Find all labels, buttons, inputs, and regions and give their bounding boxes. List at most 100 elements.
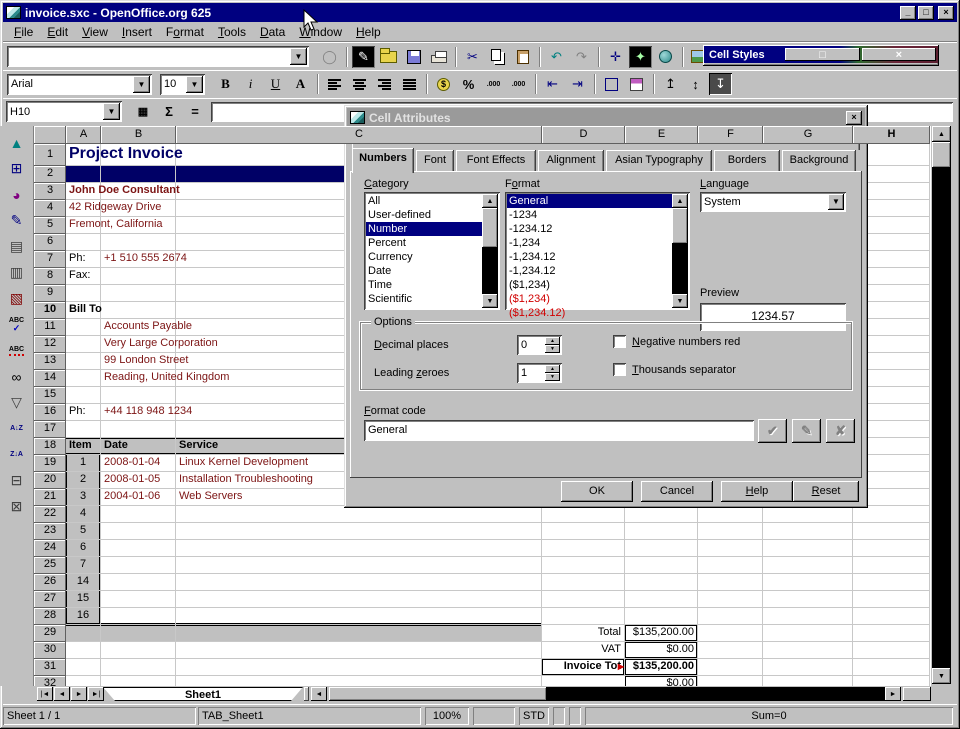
cell-E27[interactable] [625,591,698,608]
row-header-19[interactable]: 19 [34,455,66,472]
number-format-currency-icon[interactable]: $ [432,73,455,95]
group-icon[interactable]: ⊟ [4,468,30,493]
cell-B23[interactable] [101,523,176,540]
menu-file[interactable]: File [7,23,40,41]
cell-B28[interactable] [101,608,176,625]
decimal-up-icon[interactable]: ▲ [545,337,560,345]
column-header-C[interactable]: C [176,126,542,144]
url-dropdown-icon[interactable]: ▼ [290,48,307,65]
copy-icon[interactable] [486,46,509,68]
cell-G25[interactable] [763,557,853,574]
format-item-5[interactable]: -1,234.12 [507,264,688,278]
cell-D31[interactable]: Invoice Tot▶ [542,659,625,676]
cell-C22[interactable] [176,506,542,523]
horizontal-scroll-thumb[interactable] [329,687,547,701]
row-header-4[interactable]: 4 [34,200,66,217]
row-header-6[interactable]: 6 [34,234,66,251]
cell-B18[interactable]: Date [101,438,176,455]
cell-A12[interactable] [66,336,101,353]
menu-view[interactable]: View [75,23,115,41]
cell-B10[interactable] [101,302,176,319]
print-icon[interactable] [427,46,450,68]
row-header-5[interactable]: 5 [34,217,66,234]
column-header-F[interactable]: F [698,126,763,144]
cell-styles-panel[interactable]: Cell Styles □ × [703,45,939,66]
row-header-29[interactable]: 29 [34,625,66,642]
cell-H24[interactable] [853,540,930,557]
column-header-E[interactable]: E [625,126,698,144]
cell-B24[interactable] [101,540,176,557]
cell-E30[interactable]: $0.00 [625,642,698,659]
cell-B17[interactable] [101,421,176,438]
cell-B31[interactable] [101,659,176,676]
cell-F31[interactable] [698,659,763,676]
category-listbox[interactable]: AllUser-definedNumberPercentCurrencyDate… [364,192,500,310]
cell-H32[interactable] [853,676,930,686]
tab-borders[interactable]: Borders [714,150,780,172]
row-header-9[interactable]: 9 [34,285,66,302]
cell-E25[interactable] [625,557,698,574]
delete-format-button[interactable]: ✘ [826,419,855,443]
cell-C25[interactable] [176,557,542,574]
redo-icon[interactable]: ↷ [570,46,593,68]
hscroll-left-icon[interactable]: ◄ [311,687,327,701]
cell-B30[interactable] [101,642,176,659]
cell-A20[interactable]: 2 [66,472,101,489]
cell-F29[interactable] [698,625,763,642]
cell-H26[interactable] [853,574,930,591]
cut-icon[interactable]: ✂ [461,46,484,68]
format-item-2[interactable]: -1234.12 [507,222,688,236]
row-header-12[interactable]: 12 [34,336,66,353]
negative-red-checkbox-box[interactable] [613,335,626,348]
delete-decimal-icon[interactable]: .000 [507,73,530,95]
cell-E29[interactable]: $135,200.00 [625,625,698,642]
format-item-3[interactable]: -1,234 [507,236,688,250]
paste-icon[interactable] [511,46,534,68]
cell-G22[interactable] [763,506,853,523]
cell-A26[interactable]: 14 [66,574,101,591]
format-scroll-down-icon[interactable]: ▼ [672,294,688,308]
cell-A29[interactable] [66,625,101,642]
cell-C30[interactable] [176,642,542,659]
find-replace-icon[interactable]: ∞ [4,364,30,389]
row-header-27[interactable]: 27 [34,591,66,608]
cell-A15[interactable] [66,387,101,404]
cell-H28[interactable] [853,608,930,625]
cell-B14[interactable]: Reading, United Kingdom [101,370,176,387]
format-item-1[interactable]: -1234 [507,208,688,222]
cell-H23[interactable] [853,523,930,540]
navigator-icon[interactable]: ✛ [604,46,627,68]
tab-asian-typography[interactable]: Asian Typography [606,150,712,172]
align-top-icon[interactable]: ↥ [659,73,682,95]
format-scrollbar[interactable]: ▲ ▼ [672,194,688,308]
cell-reference-box[interactable]: H10 ▼ [6,101,122,122]
bold-icon[interactable]: B [214,73,237,95]
horizontal-scroll-track[interactable] [547,687,885,701]
column-header-A[interactable]: A [66,126,101,144]
cell-A21[interactable]: 3 [66,489,101,506]
reset-button[interactable]: Reset [793,481,859,502]
cell-G23[interactable] [763,523,853,540]
cell-B13[interactable]: 99 London Street [101,353,176,370]
autofilter-icon[interactable]: ▽ [4,390,30,415]
italic-icon[interactable]: i [239,73,262,95]
format-scroll-track[interactable] [672,244,688,294]
cell-A22[interactable]: 4 [66,506,101,523]
cell-A10[interactable]: Bill To [66,302,101,319]
cell-D26[interactable] [542,574,625,591]
row-header-11[interactable]: 11 [34,319,66,336]
apply-format-button[interactable]: ✔ [758,419,787,443]
cell-A13[interactable] [66,353,101,370]
cell-A17[interactable] [66,421,101,438]
underline-icon[interactable]: U [264,73,287,95]
column-header-D[interactable]: D [542,126,625,144]
dialog-close-button[interactable]: × [846,111,862,125]
cell-B27[interactable] [101,591,176,608]
dialog-titlebar[interactable]: Cell Attributes × [347,108,865,127]
category-scroll-up-icon[interactable]: ▲ [482,194,498,208]
menu-edit[interactable]: Edit [40,23,75,41]
cell-A2[interactable] [66,166,101,183]
cell-H25[interactable] [853,557,930,574]
cell-A31[interactable] [66,659,101,676]
cell-A32[interactable] [66,676,101,686]
